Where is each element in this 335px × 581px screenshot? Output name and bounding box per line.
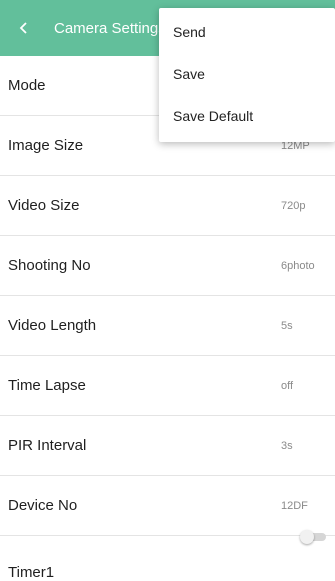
setting-label: Video Size [8, 197, 80, 214]
setting-label: Shooting No [8, 257, 91, 274]
menu-item-label: Save [173, 66, 205, 82]
setting-row-pir-interval[interactable]: PIR Interval 3s [0, 416, 335, 476]
setting-label: Image Size [8, 137, 84, 154]
setting-label: PIR Interval [8, 437, 87, 454]
timer1-toggle[interactable] [298, 530, 328, 544]
menu-item-save-default[interactable]: Save Default [159, 96, 335, 136]
setting-label: Video Length [8, 317, 97, 334]
setting-label: Time Lapse [8, 377, 86, 394]
setting-value: 6photo [281, 259, 315, 272]
overflow-menu: Send Save Save Default [159, 8, 335, 142]
setting-value: 12DF [281, 499, 308, 512]
setting-label: Timer1 [8, 564, 55, 581]
back-button[interactable] [0, 0, 52, 56]
setting-value: 720p [281, 199, 306, 212]
menu-item-label: Save Default [173, 108, 254, 124]
setting-label: Device No [8, 497, 78, 514]
setting-label: Mode [8, 77, 46, 94]
menu-item-save[interactable]: Save [159, 54, 335, 94]
setting-row-shooting-no[interactable]: Shooting No 6photo [0, 236, 335, 296]
page-title: Camera Settings [54, 19, 166, 37]
setting-value: 3s [281, 439, 293, 452]
menu-item-send[interactable]: Send [159, 12, 335, 52]
setting-row-video-size[interactable]: Video Size 720p [0, 176, 335, 236]
setting-value: off [281, 379, 294, 392]
setting-row-video-length[interactable]: Video Length 5s [0, 296, 335, 356]
menu-item-label: Send [173, 24, 206, 40]
chevron-left-icon [19, 22, 27, 34]
toggle-thumb [300, 530, 314, 544]
setting-value: 5s [281, 319, 293, 332]
setting-row-device-no[interactable]: Device No 12DF [0, 476, 335, 536]
setting-row-time-lapse[interactable]: Time Lapse off [0, 356, 335, 416]
setting-row-timer1[interactable]: Timer1 [0, 530, 335, 581]
